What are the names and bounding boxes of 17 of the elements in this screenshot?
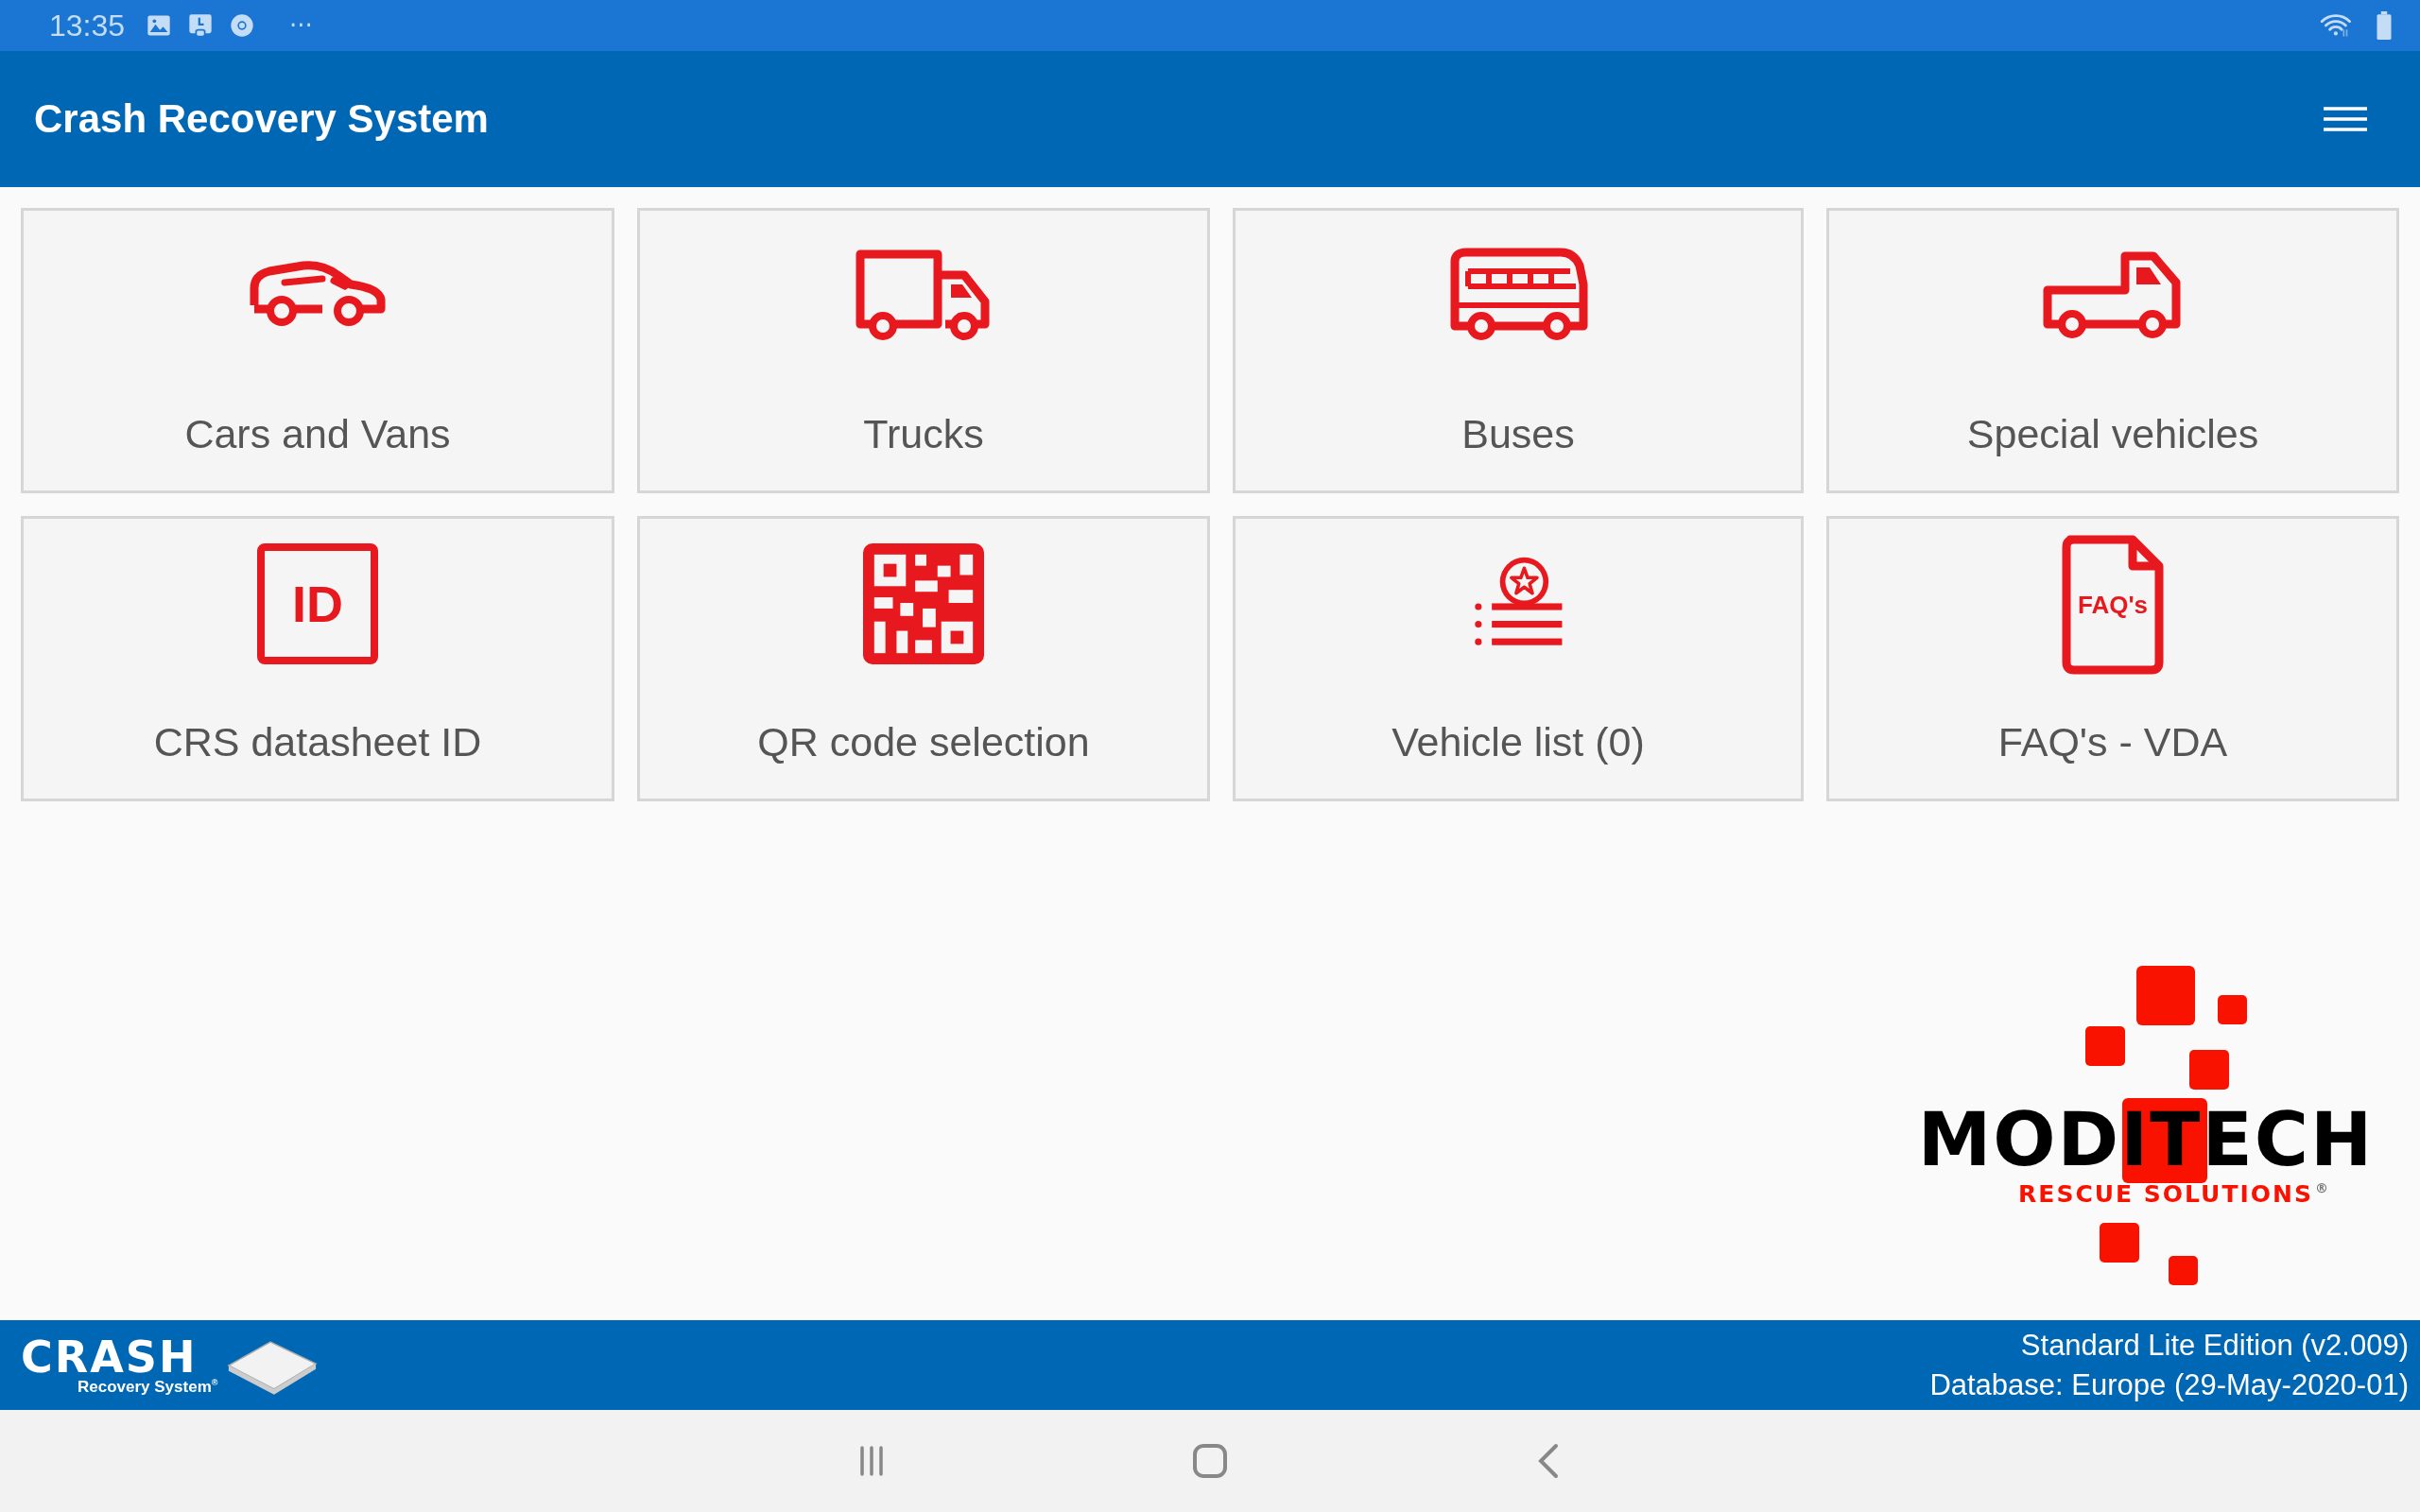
category-tile[interactable]: QR code selection xyxy=(637,516,1210,801)
edition-text: Standard Lite Edition (v2.009) xyxy=(2020,1327,2409,1364)
status-time: 13:35 xyxy=(49,8,126,43)
brand-tagline: RESCUE SOLUTIONS® xyxy=(2017,1180,2330,1208)
category-tile[interactable]: Buses xyxy=(1233,208,1804,493)
category-tile[interactable]: Vehicle list (0) xyxy=(1233,516,1804,801)
category-tile[interactable]: ID CRS datasheet ID xyxy=(21,516,614,801)
database-text: Database: Europe (29-May-2020-01) xyxy=(1929,1366,2409,1403)
category-tile[interactable]: Trucks xyxy=(637,208,1210,493)
id-card-icon: ID xyxy=(257,543,378,664)
category-tile[interactable]: FAQ's FAQ's - VDA xyxy=(1826,516,2399,801)
app-title: Crash Recovery System xyxy=(34,96,490,142)
footer-logo-subtitle: Recovery System® xyxy=(78,1379,218,1395)
more-notifications: ··· xyxy=(289,11,313,40)
category-tile[interactable]: Cars and Vans xyxy=(21,208,614,493)
footer-logo-name: CRASH xyxy=(21,1335,198,1379)
category-tile[interactable]: Special vehicles xyxy=(1826,208,2399,493)
